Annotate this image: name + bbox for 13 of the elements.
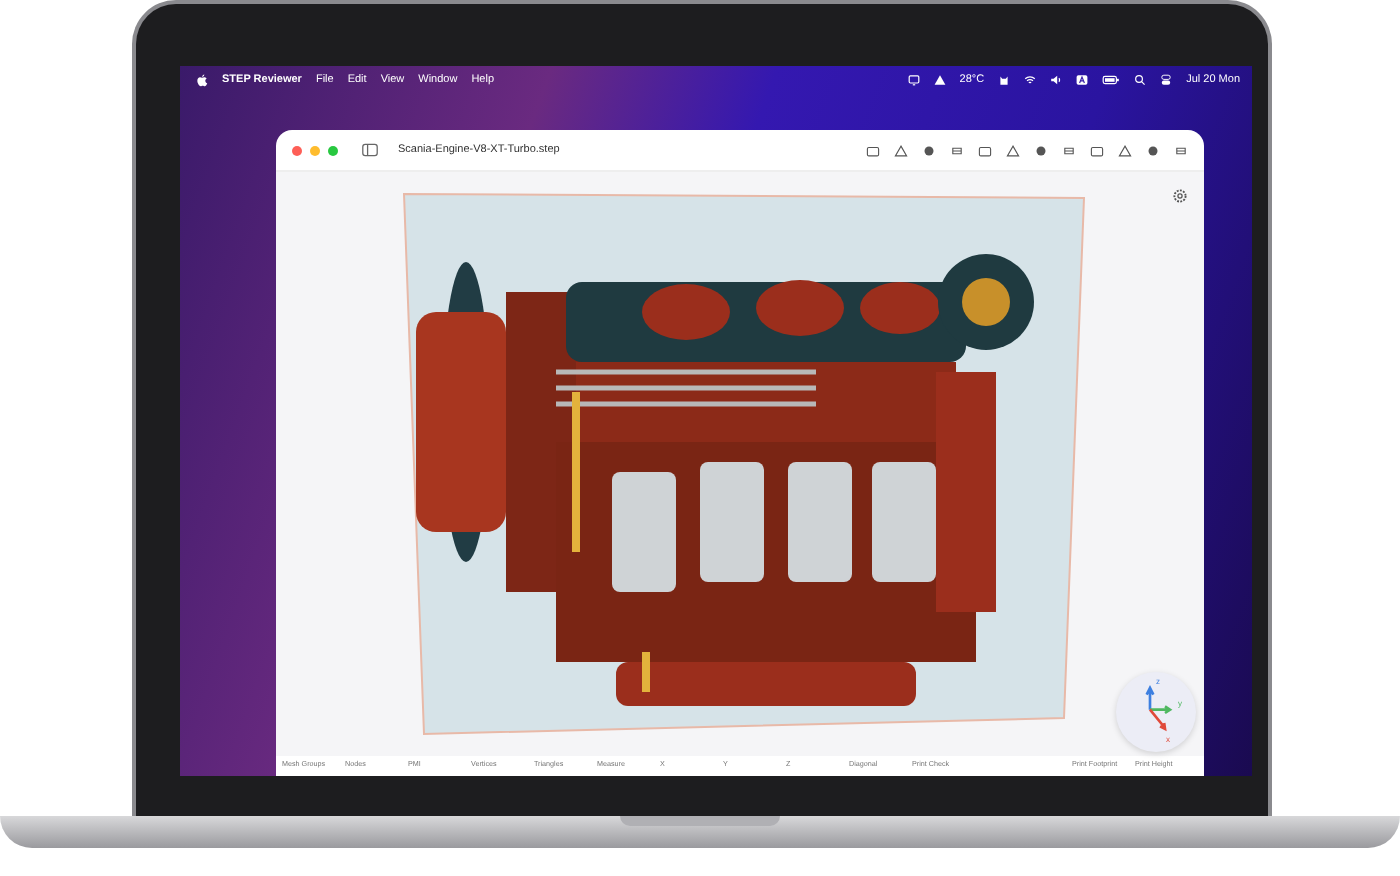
wifi-icon[interactable] [1024,74,1037,86]
close-icon[interactable] [292,145,302,155]
speaker-icon[interactable] [1050,74,1063,86]
display-icon[interactable] [907,74,920,86]
battery-icon[interactable] [1102,74,1121,86]
search-icon[interactable] [1134,74,1147,86]
apple-icon[interactable] [196,73,208,87]
sidebar-icon[interactable] [362,142,378,158]
settings-icon[interactable] [1172,188,1188,204]
cat-icon[interactable] [998,74,1011,86]
warning-icon[interactable] [933,74,946,86]
keyboard-input-icon[interactable] [1076,74,1089,86]
control-center-icon[interactable] [1160,74,1173,86]
